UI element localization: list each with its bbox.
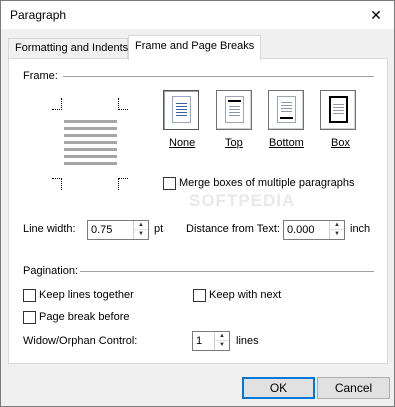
preview-corner-mark — [52, 98, 62, 110]
window-title: Paragraph — [10, 8, 67, 22]
line-width-value[interactable]: 0.75 — [91, 224, 112, 236]
keep-with-next-checkbox[interactable] — [193, 289, 206, 302]
spin-up-icon[interactable]: ▲ — [330, 221, 344, 230]
frame-section-divider — [63, 76, 374, 77]
spin-up-icon[interactable]: ▲ — [134, 221, 148, 230]
preview-text-line — [64, 162, 117, 165]
cancel-button[interactable]: Cancel — [317, 377, 390, 399]
frame-none-label[interactable]: None — [169, 137, 195, 149]
page-break-before-label[interactable]: Page break before — [39, 311, 130, 323]
widow-orphan-value[interactable]: 1 — [196, 335, 202, 347]
frame-box-button[interactable] — [320, 90, 356, 130]
frame-top-button[interactable] — [216, 90, 252, 130]
preview-corner-mark — [118, 98, 128, 110]
frame-none-button[interactable] — [163, 90, 199, 130]
distance-from-text-label: Distance from Text: — [186, 223, 280, 235]
tab-frame-and-page-breaks[interactable]: Frame and Page Breaks — [128, 35, 261, 60]
frame-section-label: Frame: — [23, 70, 58, 82]
line-width-unit: pt — [154, 223, 164, 235]
title-bar: Paragraph ✕ — [1, 1, 394, 29]
preview-text-line — [64, 120, 117, 123]
spin-down-icon[interactable]: ▼ — [330, 230, 344, 239]
preview-text-line — [64, 127, 117, 130]
line-width-spinner[interactable]: 0.75 ▲ ▼ — [87, 220, 149, 240]
widow-orphan-label: Widow/Orphan Control: — [23, 335, 138, 347]
spin-down-icon[interactable]: ▼ — [134, 230, 148, 239]
line-width-label: Line width: — [23, 223, 76, 235]
softpedia-watermark: SOFTPEDIA — [189, 191, 296, 210]
preview-corner-mark — [52, 178, 62, 190]
merge-boxes-label[interactable]: Merge boxes of multiple paragraphs — [179, 177, 354, 189]
ok-button[interactable]: OK — [242, 377, 315, 399]
pagination-section-divider — [80, 271, 374, 272]
widow-orphan-spinner[interactable]: 1 ▲ ▼ — [192, 331, 230, 351]
frame-box-label[interactable]: Box — [331, 137, 350, 149]
frame-preview — [52, 98, 128, 190]
frame-bottom-button[interactable] — [268, 90, 304, 130]
distance-spinner[interactable]: 0.000 ▲ ▼ — [283, 220, 345, 240]
preview-text-line — [64, 141, 117, 144]
frame-bottom-label[interactable]: Bottom — [269, 137, 304, 149]
page-break-before-checkbox[interactable] — [23, 311, 36, 324]
keep-lines-together-label[interactable]: Keep lines together — [39, 289, 134, 301]
preview-text-line — [64, 155, 117, 158]
close-icon[interactable]: ✕ — [366, 5, 386, 25]
frame-box-icon — [329, 96, 348, 123]
frame-none-icon — [172, 96, 191, 123]
tab-formatting-and-indents[interactable]: Formatting and Indents — [8, 38, 128, 59]
frame-bottom-icon — [277, 96, 296, 123]
keep-lines-together-checkbox[interactable] — [23, 289, 36, 302]
frame-top-icon — [225, 96, 244, 123]
preview-text-line — [64, 134, 117, 137]
keep-with-next-label[interactable]: Keep with next — [209, 289, 281, 301]
pagination-section-label: Pagination: — [23, 265, 79, 277]
merge-boxes-checkbox[interactable] — [163, 177, 176, 190]
spin-up-icon[interactable]: ▲ — [215, 332, 229, 341]
preview-corner-mark — [118, 178, 128, 190]
widow-orphan-unit: lines — [236, 335, 259, 347]
spin-down-icon[interactable]: ▼ — [215, 341, 229, 350]
distance-unit: inch — [350, 223, 371, 235]
frame-top-label[interactable]: Top — [225, 137, 243, 149]
distance-value[interactable]: 0.000 — [287, 224, 315, 236]
paragraph-dialog: Paragraph ✕ Formatting and Indents Frame… — [0, 0, 395, 407]
preview-text-line — [64, 148, 117, 151]
